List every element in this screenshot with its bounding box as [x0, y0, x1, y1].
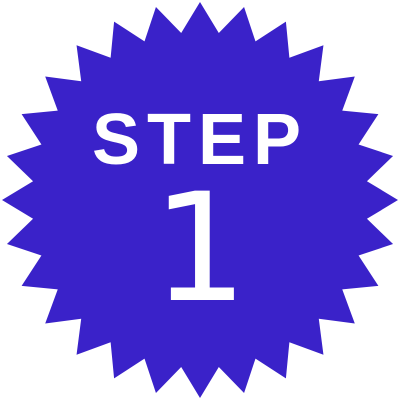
step-number: 1	[152, 162, 247, 336]
step-badge: STEP 1	[0, 0, 400, 400]
starburst-badge-graphic: STEP 1	[2, 2, 398, 398]
